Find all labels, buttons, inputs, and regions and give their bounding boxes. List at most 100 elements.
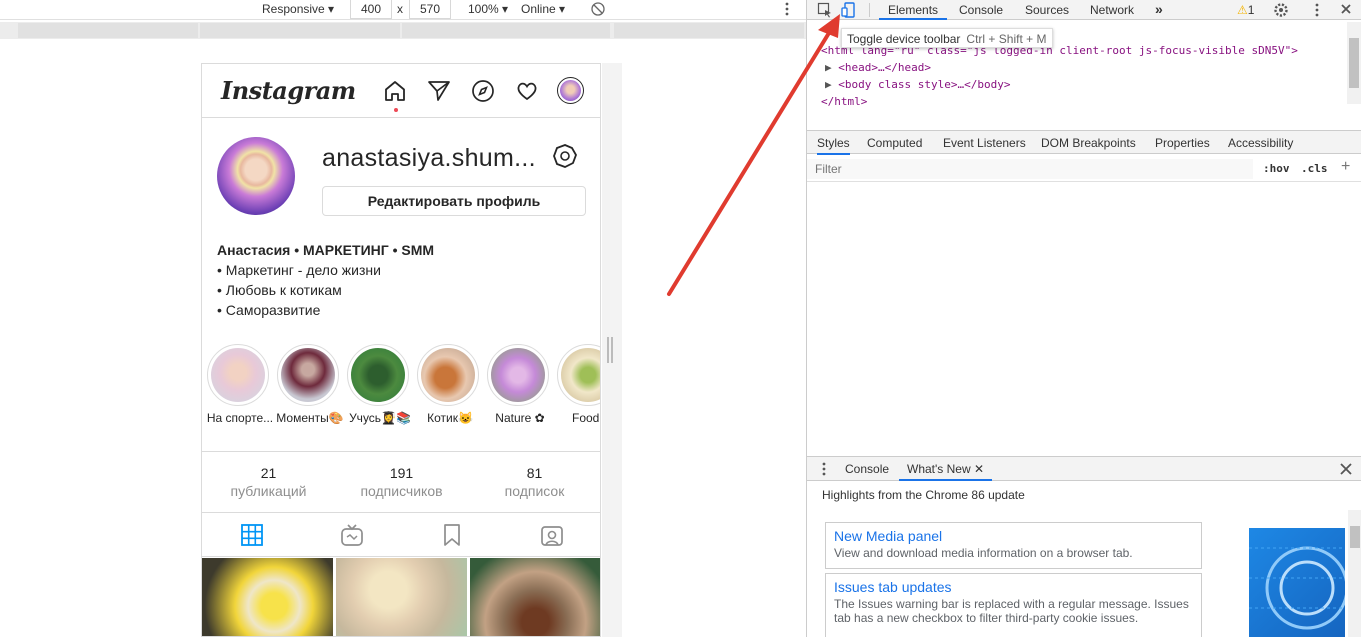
- close-drawer-icon[interactable]: [1339, 462, 1353, 479]
- dom-head-node[interactable]: ▶ <head>…</head>: [825, 59, 931, 76]
- story-highlight[interactable]: На спорте...: [206, 344, 273, 425]
- stat-followers[interactable]: 191 подписчиков: [335, 464, 468, 500]
- card-title[interactable]: New Media panel: [834, 527, 1193, 545]
- cls-button[interactable]: .cls: [1301, 162, 1328, 175]
- drawer-tab-console[interactable]: Console: [845, 462, 889, 476]
- devtools-tabbar: Elements Console Sources Network » ⚠1: [807, 0, 1361, 20]
- bio: Анастасия • МАРКЕТИНГ • SMM • Маркетинг …: [217, 240, 434, 320]
- bio-line: • Саморазвитие: [217, 302, 321, 318]
- heart-icon[interactable]: [515, 79, 539, 103]
- saved-icon[interactable]: [440, 523, 464, 547]
- settings-gear-icon[interactable]: [1273, 2, 1289, 21]
- close-devtools-icon[interactable]: [1339, 2, 1353, 19]
- dom-scrollbar[interactable]: [1347, 22, 1361, 104]
- profile-tabs: [202, 513, 600, 557]
- tooltip: Toggle device toolbar Ctrl + Shift + M: [841, 28, 1053, 48]
- edit-profile-button[interactable]: Редактировать профиль: [322, 186, 586, 216]
- ig-logo[interactable]: Instagram: [221, 76, 356, 105]
- zoom-select[interactable]: 100% ▾: [468, 2, 508, 16]
- dom-tree: <html lang="ru" class="js logged-in clie…: [807, 40, 1347, 108]
- new-rule-button[interactable]: +: [1341, 158, 1350, 176]
- tab-elements[interactable]: Elements: [879, 3, 948, 20]
- devtools-panel: Elements Console Sources Network » ⚠1 <h…: [806, 0, 1361, 637]
- story-highlight[interactable]: FoodD: [556, 344, 600, 425]
- divider: [869, 3, 870, 17]
- grid-icon[interactable]: [240, 523, 264, 547]
- device-select[interactable]: Responsive ▾: [262, 2, 334, 16]
- story-label: FoodD: [571, 411, 600, 425]
- bio-line: • Любовь к котикам: [217, 282, 342, 298]
- tab-sources[interactable]: Sources: [1025, 3, 1069, 17]
- throttle-select[interactable]: Online ▾: [521, 2, 565, 16]
- profile-avatar-nav[interactable]: [557, 77, 584, 104]
- options-gear-icon[interactable]: [552, 143, 578, 169]
- story-label: Учусь👩‍🎓📚: [349, 411, 411, 425]
- drawer-scrollbar[interactable]: [1348, 510, 1361, 637]
- tagged-icon[interactable]: [540, 523, 564, 547]
- close-tab-icon[interactable]: ✕: [974, 462, 984, 476]
- styles-subtabs: Styles Computed Event Listeners DOM Brea…: [807, 130, 1361, 155]
- dom-html-close[interactable]: </html>: [821, 93, 867, 110]
- dom-body-node[interactable]: ▶ <body class style>…</body>: [825, 76, 1010, 93]
- story-label: На спорте...: [206, 411, 274, 425]
- active-indicator: [394, 108, 398, 112]
- igtv-icon[interactable]: [340, 523, 364, 547]
- whats-new-title: Highlights from the Chrome 86 update: [822, 488, 1025, 502]
- tab-styles[interactable]: Styles: [817, 136, 850, 155]
- home-icon[interactable]: [383, 79, 407, 103]
- post-thumbnail[interactable]: [470, 558, 600, 636]
- bio-line: • Маркетинг - дело жизни: [217, 262, 381, 278]
- profile-stats: 21 публикаций 191 подписчиков 81 подписо…: [202, 451, 600, 513]
- card-desc: View and download media information on a…: [834, 546, 1133, 560]
- story-highlight[interactable]: Котик😺: [416, 344, 480, 425]
- warning-icon: ⚠: [1237, 3, 1248, 17]
- tab-console[interactable]: Console: [959, 3, 1003, 17]
- tab-dom-breakpoints[interactable]: DOM Breakpoints: [1041, 136, 1136, 150]
- story-label: Котик😺: [427, 411, 473, 425]
- drawer-menu-icon[interactable]: [821, 461, 827, 480]
- story-label: Моменты🎨: [276, 411, 344, 425]
- story-highlight[interactable]: Nature ✿: [486, 344, 550, 425]
- width-input[interactable]: 400: [350, 0, 392, 19]
- media-query-ruler[interactable]: [0, 22, 806, 39]
- browser-window: Responsive ▾ 400 x 570 100% ▾ Online ▾ I…: [0, 0, 1361, 637]
- resize-handle[interactable]: [607, 337, 613, 363]
- promo-image: [1249, 528, 1349, 637]
- rotate-icon[interactable]: [590, 1, 606, 20]
- drawer-tab-whats-new[interactable]: What's New ✕: [899, 462, 993, 481]
- stat-following[interactable]: 81 подписок: [468, 464, 600, 500]
- username: anastasiya.shum...: [322, 144, 536, 172]
- card-title[interactable]: Issues tab updates: [834, 578, 1193, 596]
- post-thumbnail[interactable]: [336, 558, 467, 636]
- whats-new-card[interactable]: Issues tab updates The Issues warning ba…: [825, 573, 1202, 637]
- more-tabs-button[interactable]: »: [1155, 1, 1163, 17]
- post-thumbnail[interactable]: [202, 558, 333, 636]
- emulated-viewport: Instagram anastasiya.shum... Редактирова…: [201, 63, 601, 637]
- card-desc: The Issues warning bar is replaced with …: [834, 597, 1189, 625]
- direct-icon[interactable]: [427, 79, 451, 103]
- height-input[interactable]: 570: [409, 0, 451, 19]
- explore-icon[interactable]: [471, 79, 495, 103]
- dimension-separator: x: [397, 2, 403, 16]
- tab-accessibility[interactable]: Accessibility: [1228, 136, 1293, 150]
- tab-event-listeners[interactable]: Event Listeners: [943, 136, 1026, 150]
- devtools-menu-icon[interactable]: [1314, 2, 1320, 21]
- ig-header: Instagram: [202, 64, 600, 118]
- tab-properties[interactable]: Properties: [1155, 136, 1210, 150]
- more-vert-icon[interactable]: [784, 1, 790, 20]
- tab-computed[interactable]: Computed: [867, 136, 922, 150]
- story-highlight[interactable]: Учусь👩‍🎓📚: [346, 344, 411, 425]
- warning-counter[interactable]: ⚠1: [1237, 3, 1254, 17]
- device-toolbar: Responsive ▾ 400 x 570 100% ▾ Online ▾: [0, 0, 806, 20]
- tab-network[interactable]: Network: [1090, 3, 1134, 17]
- story-highlight[interactable]: Моменты🎨: [276, 344, 344, 425]
- filter-input[interactable]: [807, 159, 1253, 179]
- inspect-element-icon[interactable]: [817, 2, 833, 21]
- profile-picture[interactable]: [217, 137, 295, 215]
- device-emulation-pane: Responsive ▾ 400 x 570 100% ▾ Online ▾ I…: [0, 0, 806, 637]
- device-toggle-icon[interactable]: [841, 2, 857, 21]
- story-label: Nature ✿: [495, 411, 545, 425]
- whats-new-card[interactable]: New Media panel View and download media …: [825, 522, 1202, 569]
- stat-posts[interactable]: 21 публикаций: [202, 464, 335, 500]
- hov-button[interactable]: :hov: [1263, 162, 1290, 175]
